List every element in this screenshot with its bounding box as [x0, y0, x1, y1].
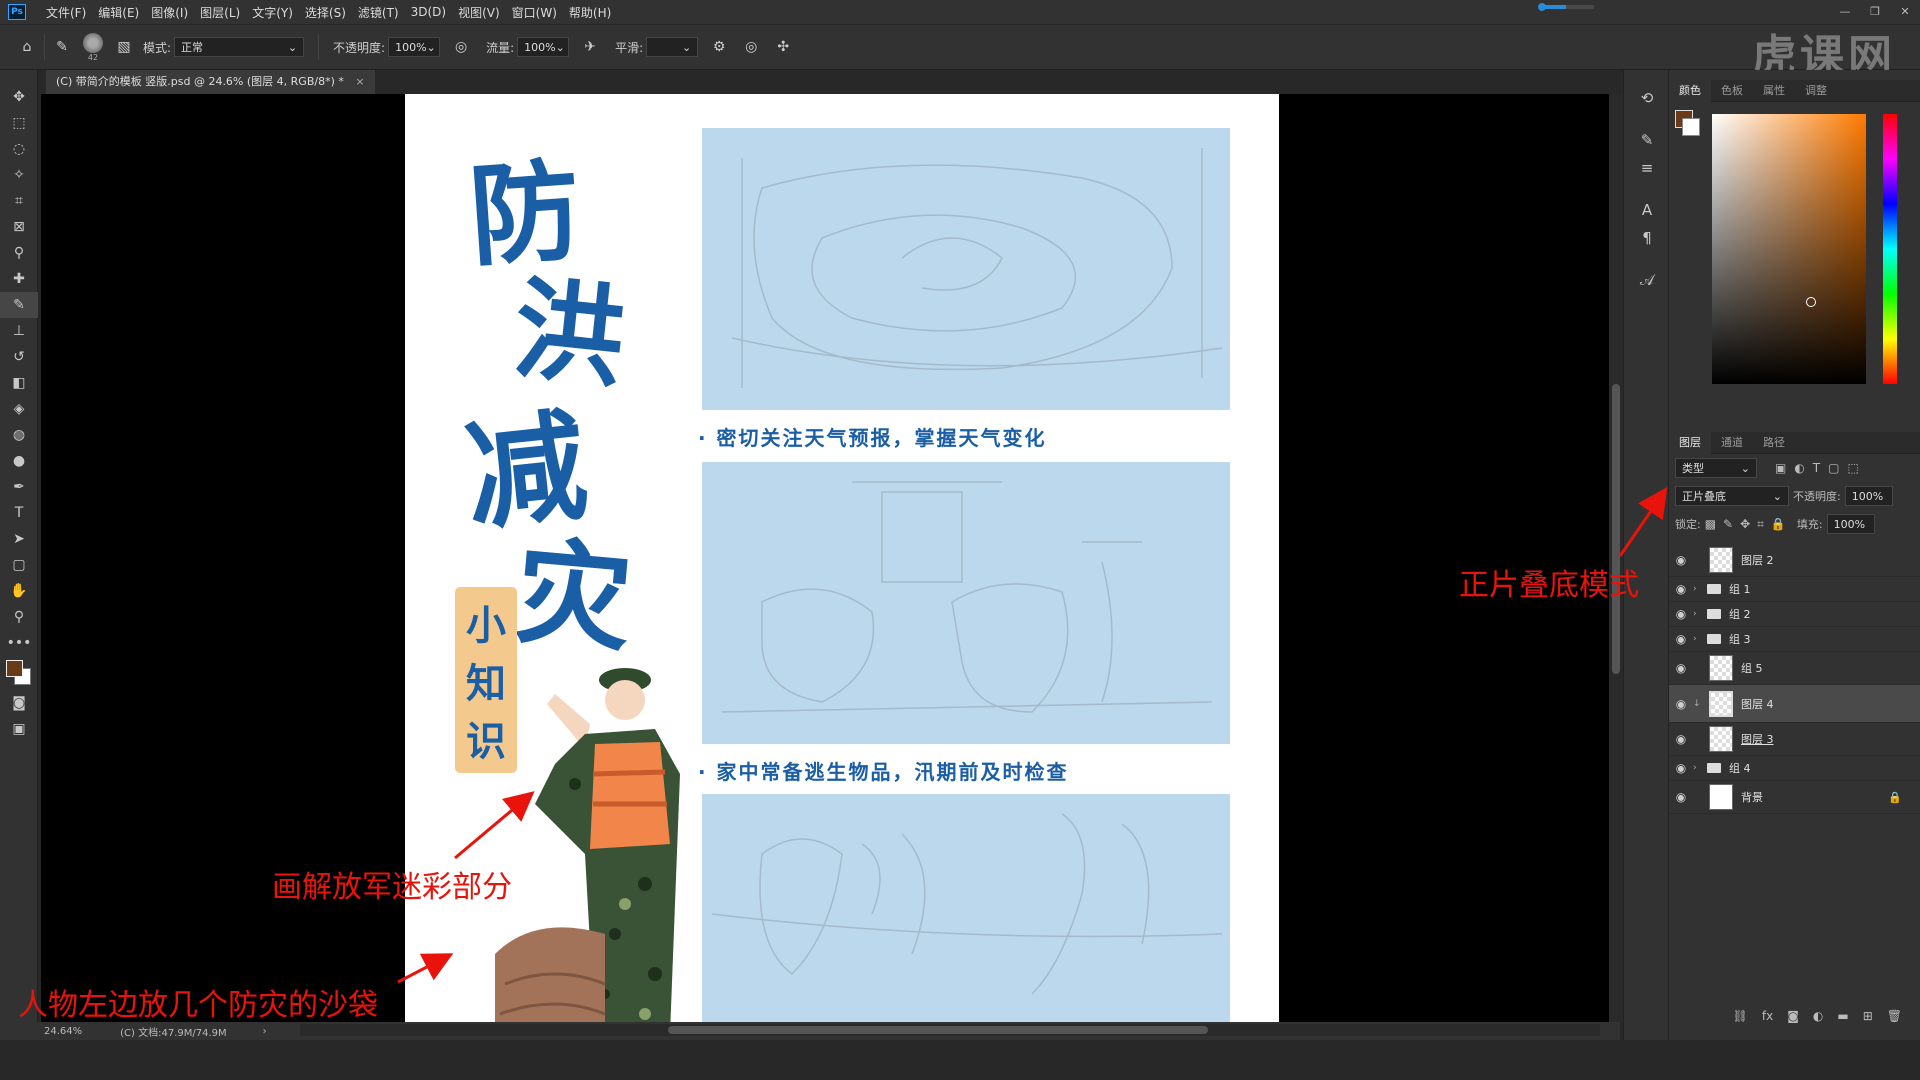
annotation-arrows	[397, 487, 1668, 984]
arrow-to-blend-mode	[1618, 487, 1668, 557]
arrow-to-camouflage	[454, 791, 535, 860]
arrow-to-sandbags	[397, 953, 454, 984]
